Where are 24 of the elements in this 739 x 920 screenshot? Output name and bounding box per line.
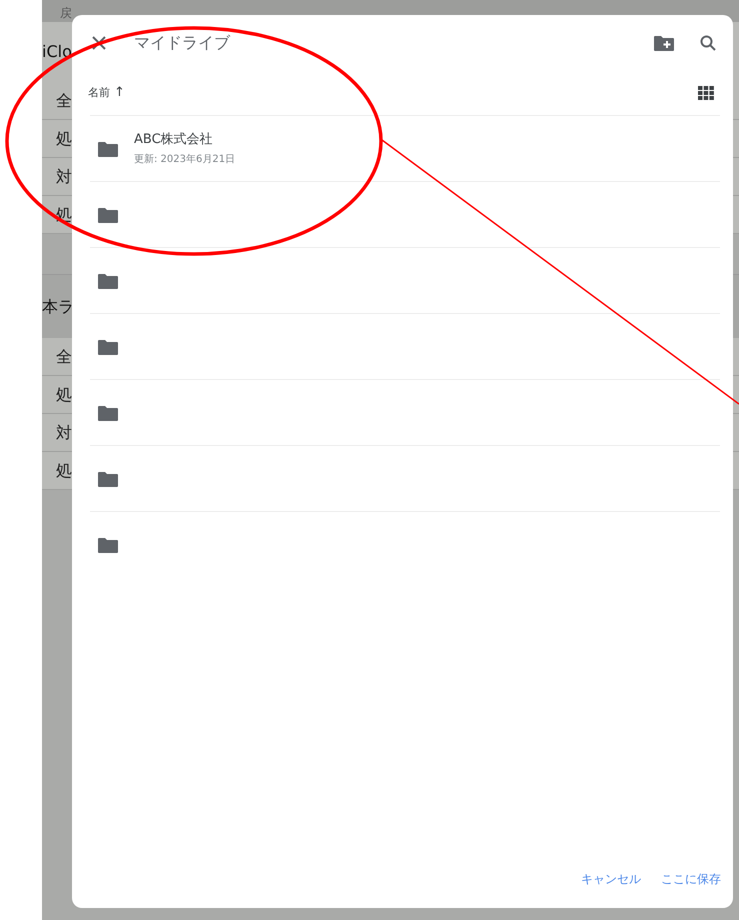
list-item[interactable]: 処 [56, 126, 72, 150]
grid-view-icon[interactable] [697, 84, 715, 102]
list-item[interactable]: 全 [56, 88, 72, 112]
folder-date: 更新: 2023年6月21日 [134, 152, 236, 167]
folder-icon [98, 470, 118, 486]
folder-icon [98, 206, 118, 222]
list-item[interactable]: 対 [56, 420, 72, 444]
text-button[interactable]: ここに保存 [659, 870, 723, 888]
dialog-title: マイドライブ [134, 32, 230, 54]
list-item[interactable]: 処 [56, 458, 72, 482]
folder-icon [98, 338, 118, 354]
folder-row[interactable]: ABC株式会社 更新: 2023年6月21日 [90, 115, 720, 181]
list-item[interactable]: 対 [56, 164, 72, 188]
section-heading: 本ラ [42, 296, 72, 318]
folder-icon [98, 404, 118, 420]
folder-icon [98, 536, 118, 552]
text-button[interactable]: キャンセル [579, 870, 643, 888]
folder-icon [98, 272, 118, 288]
folder-icon [98, 140, 118, 156]
folder-name: ABC株式会社 [134, 131, 214, 150]
list-item[interactable]: 全 [56, 344, 72, 368]
section-heading: iClo [42, 41, 72, 63]
list-item[interactable]: 処 [56, 382, 72, 406]
sort-button[interactable]: 名前 ↑ [88, 83, 125, 103]
